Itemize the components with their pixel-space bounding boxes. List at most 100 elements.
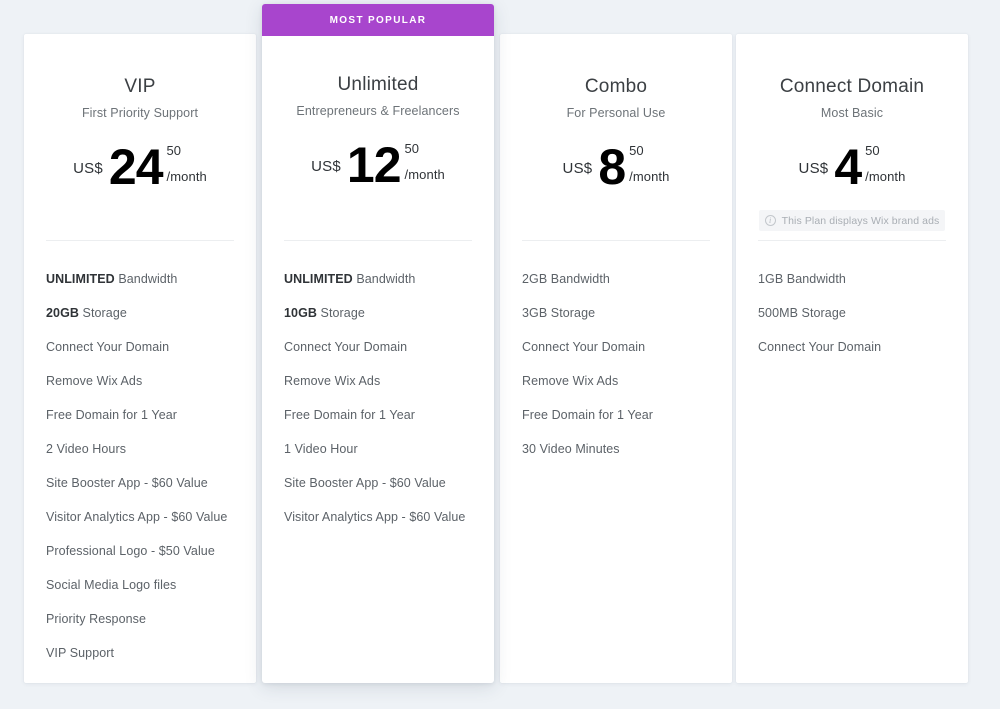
price-suffix: 50 /month: [401, 140, 445, 183]
list-item: UNLIMITED Bandwidth: [46, 272, 242, 306]
card-divider: [284, 240, 472, 241]
list-item: 1 Video Hour: [284, 442, 480, 476]
card-divider: [522, 240, 710, 241]
plan-tagline: First Priority Support: [81, 106, 199, 120]
price-period: /month: [629, 169, 670, 184]
feature-text: Connect Your Domain: [46, 340, 170, 354]
feature-text: Social Media Logo files: [46, 578, 177, 592]
plan-price: US$ 8 50 /month: [500, 142, 732, 194]
pricing-card-vip[interactable]: VIP First Priority Support US$ 24 50 /mo…: [24, 34, 256, 683]
list-item: Visitor Analytics App - $60 Value: [46, 510, 242, 544]
feature-text: 1GB Bandwidth: [758, 272, 846, 286]
plan-name: VIP: [124, 76, 156, 97]
feature-highlight: UNLIMITED: [284, 272, 353, 286]
feature-list: 1GB Bandwidth 500MB Storage Connect Your…: [758, 272, 954, 374]
list-item: Remove Wix Ads: [522, 374, 718, 408]
plan-name: Unlimited: [337, 74, 419, 95]
most-popular-ribbon: MOST POPULAR: [262, 4, 494, 36]
feature-text: Visitor Analytics App - $60 Value: [46, 510, 228, 524]
price-currency: US$: [798, 160, 829, 177]
feature-text: Professional Logo - $50 Value: [46, 544, 215, 558]
list-item: 30 Video Minutes: [522, 442, 718, 476]
list-item: Remove Wix Ads: [46, 374, 242, 408]
feature-highlight: 10GB: [284, 306, 317, 320]
plan-price: US$ 24 50 /month: [24, 142, 256, 194]
pricing-card-connect-domain[interactable]: Connect Domain Most Basic US$ 4 50 /mont…: [736, 34, 968, 683]
feature-text: Free Domain for 1 Year: [284, 408, 415, 422]
feature-text: Site Booster App - $60 Value: [46, 476, 208, 490]
list-item: Remove Wix Ads: [284, 374, 480, 408]
feature-text: Bandwidth: [114, 272, 178, 286]
price-amount: 4: [834, 139, 862, 195]
feature-text: Remove Wix Ads: [46, 374, 143, 388]
feature-text: VIP Support: [46, 646, 115, 660]
plan-tagline: Most Basic: [820, 106, 884, 120]
card-header: VIP First Priority Support US$ 24 50 /mo…: [24, 34, 256, 194]
price-period: /month: [865, 169, 906, 184]
pricing-card-combo[interactable]: Combo For Personal Use US$ 8 50 /month 2…: [500, 34, 732, 683]
feature-list: UNLIMITED Bandwidth 10GB Storage Connect…: [284, 272, 480, 544]
price-cents: 50: [404, 141, 419, 156]
list-item: 500MB Storage: [758, 306, 954, 340]
list-item: Visitor Analytics App - $60 Value: [284, 510, 480, 544]
card-divider: [758, 240, 946, 241]
plan-tagline: For Personal Use: [566, 106, 666, 120]
feature-text: Storage: [316, 306, 365, 320]
list-item: 2GB Bandwidth: [522, 272, 718, 306]
info-icon: i: [764, 215, 776, 226]
feature-highlight: UNLIMITED: [46, 272, 115, 286]
pricing-card-unlimited[interactable]: MOST POPULAR Unlimited Entrepreneurs & F…: [262, 4, 494, 683]
feature-text: Bandwidth: [352, 272, 416, 286]
card-header: Combo For Personal Use US$ 8 50 /month: [500, 34, 732, 194]
list-item: VIP Support: [46, 646, 242, 680]
list-item: 20GB Storage: [46, 306, 242, 340]
price-suffix: 50 /month: [625, 142, 670, 185]
feature-text: Site Booster App - $60 Value: [284, 476, 446, 490]
feature-text: 2 Video Hours: [46, 442, 127, 456]
price-currency: US$: [311, 158, 341, 175]
list-item: Free Domain for 1 Year: [284, 408, 480, 442]
feature-text: Connect Your Domain: [284, 340, 408, 354]
price-cents: 50: [865, 143, 880, 158]
price-amount: 8: [598, 139, 626, 195]
list-item: Site Booster App - $60 Value: [46, 476, 242, 510]
list-item: UNLIMITED Bandwidth: [284, 272, 480, 306]
list-item: Priority Response: [46, 612, 242, 646]
feature-text: Priority Response: [46, 612, 147, 626]
price-currency: US$: [73, 160, 103, 177]
feature-text: 2GB Bandwidth: [522, 272, 610, 286]
plan-price: US$ 12 50 /month: [262, 140, 494, 192]
list-item: Free Domain for 1 Year: [46, 408, 242, 442]
list-item: Site Booster App - $60 Value: [284, 476, 480, 510]
feature-text: Connect Your Domain: [758, 340, 882, 354]
feature-text: Free Domain for 1 Year: [522, 408, 653, 422]
feature-text: Free Domain for 1 Year: [46, 408, 177, 422]
list-item: Connect Your Domain: [284, 340, 480, 374]
list-item: 10GB Storage: [284, 306, 480, 340]
list-item: 2 Video Hours: [46, 442, 242, 476]
list-item: Connect Your Domain: [758, 340, 954, 374]
price-amount: 24: [108, 139, 164, 195]
feature-list: UNLIMITED Bandwidth 20GB Storage Connect…: [46, 272, 242, 680]
feature-text: Storage: [78, 306, 127, 320]
list-item: 3GB Storage: [522, 306, 718, 340]
price-period: /month: [166, 169, 207, 184]
feature-text: 1 Video Hour: [284, 442, 358, 456]
plan-name: Connect Domain: [779, 76, 925, 97]
list-item: Social Media Logo files: [46, 578, 242, 612]
ribbon-label: MOST POPULAR: [329, 14, 427, 26]
price-currency: US$: [562, 160, 593, 177]
feature-text: 3GB Storage: [522, 306, 596, 320]
list-item: Free Domain for 1 Year: [522, 408, 718, 442]
price-cents: 50: [629, 143, 644, 158]
price-amount: 12: [346, 137, 402, 193]
list-item: Connect Your Domain: [46, 340, 242, 374]
plan-tagline: Entrepreneurs & Freelancers: [296, 104, 460, 118]
card-divider: [46, 240, 234, 241]
price-period: /month: [404, 167, 445, 182]
list-item: 1GB Bandwidth: [758, 272, 954, 306]
feature-text: Remove Wix Ads: [522, 374, 619, 388]
ads-notice-text: This Plan displays Wix brand ads: [781, 214, 940, 227]
ads-notice-badge[interactable]: i This Plan displays Wix brand ads: [759, 210, 945, 231]
list-item: Connect Your Domain: [522, 340, 718, 374]
